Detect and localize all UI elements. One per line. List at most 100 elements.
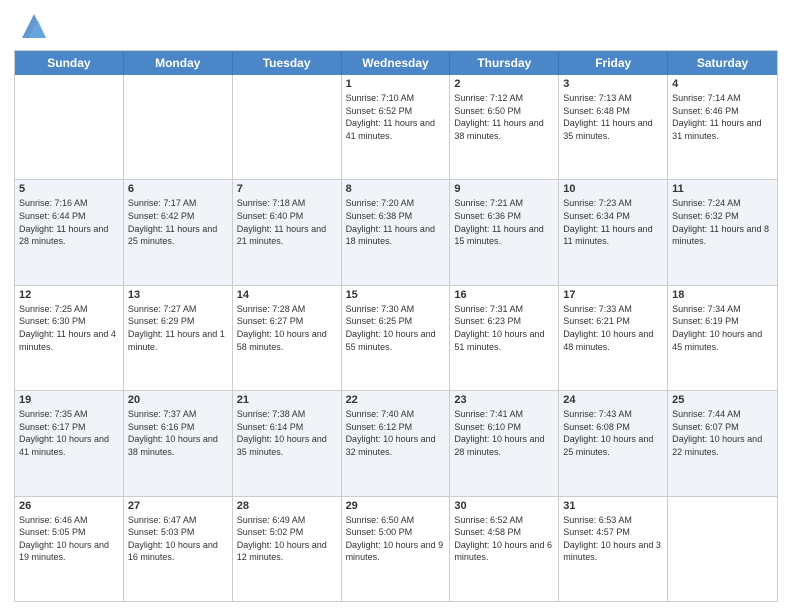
day-info: Sunrise: 6:53 AM Sunset: 4:57 PM Dayligh… xyxy=(563,514,663,564)
day-number: 1 xyxy=(346,78,446,90)
calendar-cell: 7 Sunrise: 7:18 AM Sunset: 6:40 PM Daylig… xyxy=(233,180,342,284)
day-info: Sunrise: 7:33 AM Sunset: 6:21 PM Dayligh… xyxy=(563,303,663,353)
day-number: 21 xyxy=(237,394,337,406)
day-number: 19 xyxy=(19,394,119,406)
calendar-cell: 2 Sunrise: 7:12 AM Sunset: 6:50 PM Daylig… xyxy=(450,75,559,179)
calendar-header: SundayMondayTuesdayWednesdayThursdayFrid… xyxy=(15,51,777,75)
day-info: Sunrise: 7:37 AM Sunset: 6:16 PM Dayligh… xyxy=(128,408,228,458)
day-info: Sunrise: 7:28 AM Sunset: 6:27 PM Dayligh… xyxy=(237,303,337,353)
day-info: Sunrise: 7:38 AM Sunset: 6:14 PM Dayligh… xyxy=(237,408,337,458)
calendar-cell: 4 Sunrise: 7:14 AM Sunset: 6:46 PM Daylig… xyxy=(668,75,777,179)
calendar-cell: 15 Sunrise: 7:30 AM Sunset: 6:25 PM Dayli… xyxy=(342,286,451,390)
day-number: 24 xyxy=(563,394,663,406)
day-number: 30 xyxy=(454,500,554,512)
calendar-row-2: 12 Sunrise: 7:25 AM Sunset: 6:30 PM Dayli… xyxy=(15,285,777,390)
day-number: 7 xyxy=(237,183,337,195)
day-info: Sunrise: 7:31 AM Sunset: 6:23 PM Dayligh… xyxy=(454,303,554,353)
day-number: 12 xyxy=(19,289,119,301)
day-info: Sunrise: 6:46 AM Sunset: 5:05 PM Dayligh… xyxy=(19,514,119,564)
day-info: Sunrise: 7:21 AM Sunset: 6:36 PM Dayligh… xyxy=(454,197,554,247)
calendar-cell: 8Sunrise: 7:20 AM Sunset: 6:38 PM Daylig… xyxy=(342,180,451,284)
calendar: SundayMondayTuesdayWednesdayThursdayFrid… xyxy=(14,50,778,602)
weekday-header-saturday: Saturday xyxy=(668,51,777,75)
calendar-cell: 21 Sunrise: 7:38 AM Sunset: 6:14 PM Dayli… xyxy=(233,391,342,495)
day-number: 6 xyxy=(128,183,228,195)
calendar-row-3: 19 Sunrise: 7:35 AM Sunset: 6:17 PM Dayli… xyxy=(15,390,777,495)
day-number: 31 xyxy=(563,500,663,512)
day-number: 25 xyxy=(672,394,773,406)
day-number: 2 xyxy=(454,78,554,90)
day-number: 26 xyxy=(19,500,119,512)
day-info: Sunrise: 7:35 AM Sunset: 6:17 PM Dayligh… xyxy=(19,408,119,458)
day-number: 15 xyxy=(346,289,446,301)
day-info: Sunrise: 7:27 AM Sunset: 6:29 PM Dayligh… xyxy=(128,303,228,353)
calendar-row-4: 26 Sunrise: 6:46 AM Sunset: 5:05 PM Dayli… xyxy=(15,496,777,601)
day-info: Sunrise: 7:20 AM Sunset: 6:38 PM Dayligh… xyxy=(346,197,446,247)
day-number: 22 xyxy=(346,394,446,406)
day-info: Sunrise: 7:44 AM Sunset: 6:07 PM Dayligh… xyxy=(672,408,773,458)
day-info: Sunrise: 7:30 AM Sunset: 6:25 PM Dayligh… xyxy=(346,303,446,353)
calendar-cell: 3 Sunrise: 7:13 AM Sunset: 6:48 PM Daylig… xyxy=(559,75,668,179)
day-info: Sunrise: 7:25 AM Sunset: 6:30 PM Dayligh… xyxy=(19,303,119,353)
day-number: 4 xyxy=(672,78,773,90)
day-info: Sunrise: 6:49 AM Sunset: 5:02 PM Dayligh… xyxy=(237,514,337,564)
weekday-header-sunday: Sunday xyxy=(15,51,124,75)
day-info: Sunrise: 7:41 AM Sunset: 6:10 PM Dayligh… xyxy=(454,408,554,458)
day-info: Sunrise: 7:40 AM Sunset: 6:12 PM Dayligh… xyxy=(346,408,446,458)
day-info: Sunrise: 6:47 AM Sunset: 5:03 PM Dayligh… xyxy=(128,514,228,564)
calendar-cell: 26 Sunrise: 6:46 AM Sunset: 5:05 PM Dayli… xyxy=(15,497,124,601)
calendar-cell xyxy=(124,75,233,179)
day-info: Sunrise: 7:43 AM Sunset: 6:08 PM Dayligh… xyxy=(563,408,663,458)
calendar-cell: 25 Sunrise: 7:44 AM Sunset: 6:07 PM Dayli… xyxy=(668,391,777,495)
calendar-cell: 16 Sunrise: 7:31 AM Sunset: 6:23 PM Dayli… xyxy=(450,286,559,390)
day-info: Sunrise: 7:16 AM Sunset: 6:44 PM Dayligh… xyxy=(19,197,119,247)
day-number: 16 xyxy=(454,289,554,301)
calendar-cell: 13 Sunrise: 7:27 AM Sunset: 6:29 PM Dayli… xyxy=(124,286,233,390)
weekday-header-tuesday: Tuesday xyxy=(233,51,342,75)
day-info: Sunrise: 7:23 AM Sunset: 6:34 PM Dayligh… xyxy=(563,197,663,247)
day-number: 5 xyxy=(19,183,119,195)
calendar-cell xyxy=(668,497,777,601)
day-number: 28 xyxy=(237,500,337,512)
day-number: 13 xyxy=(128,289,228,301)
calendar-cell: 6 Sunrise: 7:17 AM Sunset: 6:42 PM Daylig… xyxy=(124,180,233,284)
weekday-header-friday: Friday xyxy=(559,51,668,75)
calendar-row-1: 5 Sunrise: 7:16 AM Sunset: 6:44 PM Daylig… xyxy=(15,179,777,284)
calendar-cell: 11Sunrise: 7:24 AM Sunset: 6:32 PM Dayli… xyxy=(668,180,777,284)
day-info: Sunrise: 7:10 AM Sunset: 6:52 PM Dayligh… xyxy=(346,92,446,142)
calendar-cell: 14 Sunrise: 7:28 AM Sunset: 6:27 PM Dayli… xyxy=(233,286,342,390)
calendar-row-0: 1 Sunrise: 7:10 AM Sunset: 6:52 PM Daylig… xyxy=(15,75,777,179)
day-number: 17 xyxy=(563,289,663,301)
calendar-cell: 20 Sunrise: 7:37 AM Sunset: 6:16 PM Dayli… xyxy=(124,391,233,495)
day-info: Sunrise: 7:14 AM Sunset: 6:46 PM Dayligh… xyxy=(672,92,773,142)
day-info: Sunrise: 7:18 AM Sunset: 6:40 PM Dayligh… xyxy=(237,197,337,247)
day-info: Sunrise: 7:13 AM Sunset: 6:48 PM Dayligh… xyxy=(563,92,663,142)
calendar-cell: 10 Sunrise: 7:23 AM Sunset: 6:34 PM Dayli… xyxy=(559,180,668,284)
calendar-cell: 31 Sunrise: 6:53 AM Sunset: 4:57 PM Dayli… xyxy=(559,497,668,601)
day-info: Sunrise: 7:34 AM Sunset: 6:19 PM Dayligh… xyxy=(672,303,773,353)
calendar-cell xyxy=(233,75,342,179)
logo xyxy=(14,10,50,44)
page: SundayMondayTuesdayWednesdayThursdayFrid… xyxy=(0,0,792,612)
calendar-cell: 29Sunrise: 6:50 AM Sunset: 5:00 PM Dayli… xyxy=(342,497,451,601)
day-number: 10 xyxy=(563,183,663,195)
calendar-cell: 1 Sunrise: 7:10 AM Sunset: 6:52 PM Daylig… xyxy=(342,75,451,179)
header xyxy=(14,10,778,44)
calendar-cell: 17 Sunrise: 7:33 AM Sunset: 6:21 PM Dayli… xyxy=(559,286,668,390)
day-info: Sunrise: 6:52 AM Sunset: 4:58 PM Dayligh… xyxy=(454,514,554,564)
calendar-cell: 22 Sunrise: 7:40 AM Sunset: 6:12 PM Dayli… xyxy=(342,391,451,495)
day-number: 14 xyxy=(237,289,337,301)
day-number: 23 xyxy=(454,394,554,406)
weekday-header-monday: Monday xyxy=(124,51,233,75)
calendar-cell: 30 Sunrise: 6:52 AM Sunset: 4:58 PM Dayli… xyxy=(450,497,559,601)
calendar-cell: 24 Sunrise: 7:43 AM Sunset: 6:08 PM Dayli… xyxy=(559,391,668,495)
calendar-cell: 23 Sunrise: 7:41 AM Sunset: 6:10 PM Dayli… xyxy=(450,391,559,495)
calendar-cell: 12 Sunrise: 7:25 AM Sunset: 6:30 PM Dayli… xyxy=(15,286,124,390)
day-info: Sunrise: 7:17 AM Sunset: 6:42 PM Dayligh… xyxy=(128,197,228,247)
day-number: 20 xyxy=(128,394,228,406)
day-info: Sunrise: 7:12 AM Sunset: 6:50 PM Dayligh… xyxy=(454,92,554,142)
calendar-cell: 5 Sunrise: 7:16 AM Sunset: 6:44 PM Daylig… xyxy=(15,180,124,284)
day-number: 3 xyxy=(563,78,663,90)
day-number: 27 xyxy=(128,500,228,512)
calendar-cell xyxy=(15,75,124,179)
